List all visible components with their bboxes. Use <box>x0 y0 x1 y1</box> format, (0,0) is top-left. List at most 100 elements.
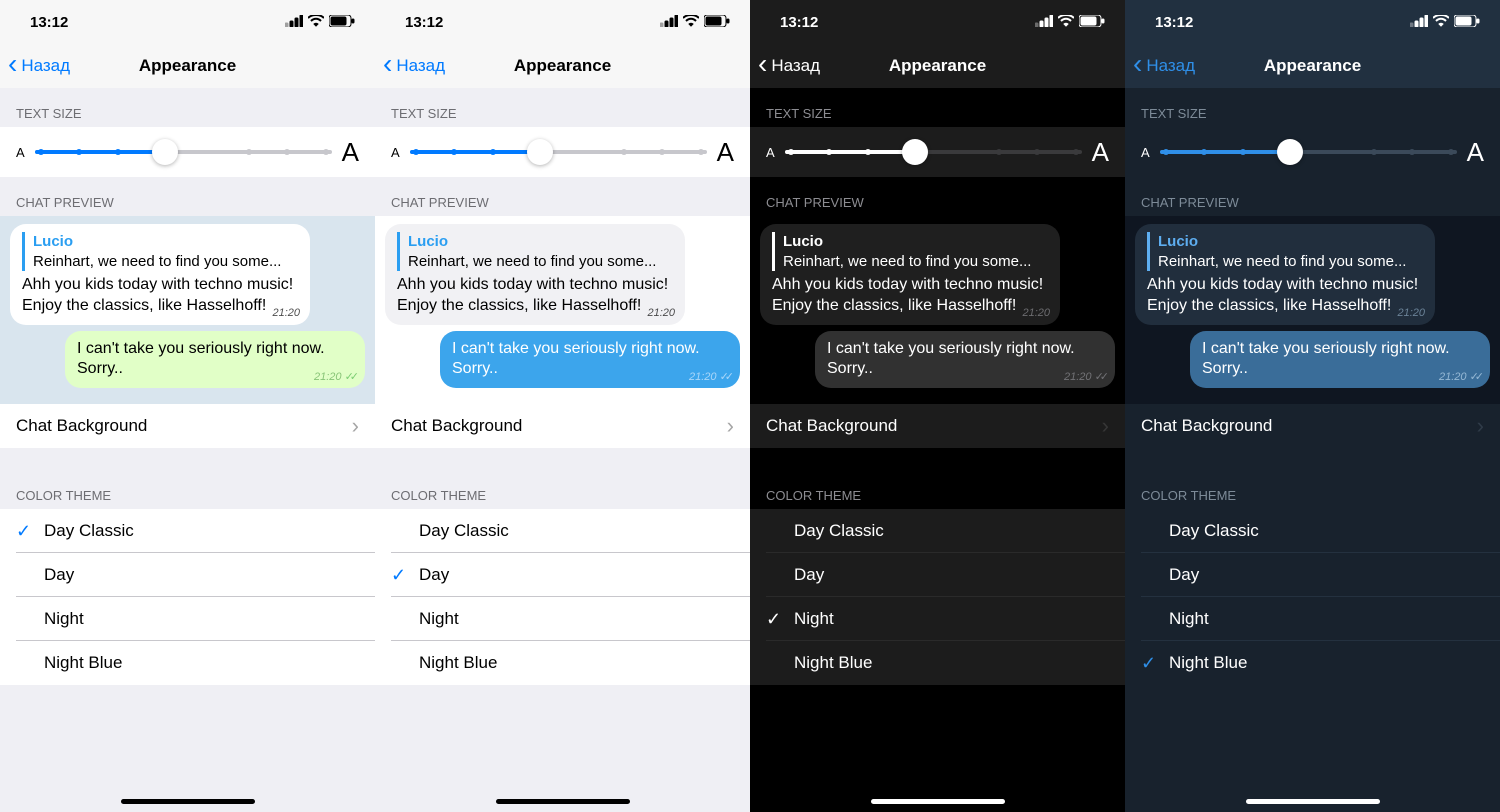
theme-row-night[interactable]: Night <box>0 597 375 641</box>
battery-icon <box>329 14 355 31</box>
wifi-icon <box>1433 14 1449 31</box>
wifi-icon <box>683 14 699 31</box>
incoming-time: 21:20 <box>272 306 300 320</box>
theme-label: Night Blue <box>419 653 497 673</box>
status-time: 13:12 <box>30 14 68 31</box>
quote-author: Lucio <box>33 232 298 252</box>
chat-background-label: Chat Background <box>1141 416 1272 436</box>
chat-preview: Lucio Reinhart, we need to find you some… <box>375 216 750 404</box>
outgoing-bubble: I can't take you seriously right now. So… <box>815 331 1115 389</box>
theme-label: Night Blue <box>44 653 122 673</box>
chevron-right-icon: › <box>1102 413 1109 439</box>
theme-row-night blue[interactable]: ✓ Night Blue <box>1125 641 1500 685</box>
wifi-icon <box>308 14 324 31</box>
home-indicator <box>121 799 255 804</box>
section-color-theme: COLOR THEME <box>375 484 750 509</box>
text-size-small-label: A <box>766 145 775 160</box>
section-chat-preview: CHAT PREVIEW <box>375 177 750 216</box>
status-time: 13:12 <box>405 14 443 31</box>
incoming-bubble: Lucio Reinhart, we need to find you some… <box>10 224 310 325</box>
page-title: Appearance <box>514 56 611 76</box>
incoming-text: Ahh you kids today with techno music! En… <box>397 275 673 317</box>
incoming-bubble: Lucio Reinhart, we need to find you some… <box>1135 224 1435 325</box>
theme-row-day[interactable]: Day <box>1125 553 1500 597</box>
quote-author: Lucio <box>783 232 1048 252</box>
theme-row-day classic[interactable]: ✓ Day Classic <box>0 509 375 553</box>
battery-icon <box>1079 14 1105 31</box>
theme-label: Night <box>794 609 834 629</box>
theme-row-day[interactable]: Day <box>750 553 1125 597</box>
back-button[interactable]: ‹ Назад <box>758 54 820 78</box>
chevron-left-icon: ‹ <box>383 50 392 78</box>
theme-row-night[interactable]: Night <box>1125 597 1500 641</box>
back-label: Назад <box>396 56 445 76</box>
phone-panel-2: 13:12 ‹ Назад Appearance TEXT SIZE A A C… <box>750 0 1125 812</box>
nav-bar: ‹ Назад Appearance <box>375 44 750 88</box>
chat-background-label: Chat Background <box>391 416 522 436</box>
back-button[interactable]: ‹ Назад <box>8 54 70 78</box>
outgoing-time: 21:20 <box>689 371 717 383</box>
chat-preview: Lucio Reinhart, we need to find you some… <box>750 216 1125 404</box>
incoming-bubble: Lucio Reinhart, we need to find you some… <box>385 224 685 325</box>
phone-panel-3: 13:12 ‹ Назад Appearance TEXT SIZE A A C… <box>1125 0 1500 812</box>
theme-row-night[interactable]: Night <box>375 597 750 641</box>
theme-row-day classic[interactable]: Day Classic <box>750 509 1125 553</box>
text-size-slider[interactable]: A A <box>750 127 1125 177</box>
theme-row-day[interactable]: ✓ Day <box>375 553 750 597</box>
quote-author: Lucio <box>408 232 673 252</box>
theme-row-day[interactable]: Day <box>0 553 375 597</box>
nav-bar: ‹ Назад Appearance <box>1125 44 1500 88</box>
theme-row-day classic[interactable]: Day Classic <box>375 509 750 553</box>
theme-label: Day Classic <box>794 521 884 541</box>
status-time: 13:12 <box>1155 14 1193 31</box>
incoming-bubble: Lucio Reinhart, we need to find you some… <box>760 224 1060 325</box>
text-size-slider[interactable]: A A <box>375 127 750 177</box>
chevron-right-icon: › <box>727 413 734 439</box>
chat-background-label: Chat Background <box>16 416 147 436</box>
theme-row-day classic[interactable]: Day Classic <box>1125 509 1500 553</box>
status-time: 13:12 <box>780 14 818 31</box>
chevron-left-icon: ‹ <box>1133 50 1142 78</box>
text-size-large-label: A <box>342 137 359 168</box>
signal-icon <box>1410 14 1428 31</box>
incoming-text: Ahh you kids today with techno music! En… <box>1147 275 1423 317</box>
theme-row-night blue[interactable]: Night Blue <box>375 641 750 685</box>
incoming-text: Ahh you kids today with techno music! En… <box>772 275 1048 317</box>
chat-background-row[interactable]: Chat Background › <box>0 404 375 448</box>
section-text-size: TEXT SIZE <box>0 88 375 127</box>
section-color-theme: COLOR THEME <box>750 484 1125 509</box>
text-size-slider[interactable]: A A <box>0 127 375 177</box>
status-bar: 13:12 <box>1125 0 1500 44</box>
quote-text: Reinhart, we need to find you some... <box>1158 252 1423 272</box>
text-size-large-label: A <box>1092 137 1109 168</box>
checkmark-icon: ✓ <box>1141 653 1156 674</box>
chat-background-row[interactable]: Chat Background › <box>375 404 750 448</box>
theme-label: Day <box>44 565 74 585</box>
theme-row-night blue[interactable]: Night Blue <box>0 641 375 685</box>
home-indicator <box>871 799 1005 804</box>
text-size-slider[interactable]: A A <box>1125 127 1500 177</box>
theme-label: Day <box>1169 565 1199 585</box>
section-color-theme: COLOR THEME <box>1125 484 1500 509</box>
chat-background-row[interactable]: Chat Background › <box>1125 404 1500 448</box>
wifi-icon <box>1058 14 1074 31</box>
text-size-large-label: A <box>717 137 734 168</box>
section-chat-preview: CHAT PREVIEW <box>1125 177 1500 216</box>
text-size-large-label: A <box>1467 137 1484 168</box>
theme-row-night[interactable]: ✓ Night <box>750 597 1125 641</box>
back-button[interactable]: ‹ Назад <box>383 54 445 78</box>
status-bar: 13:12 <box>375 0 750 44</box>
incoming-time: 21:20 <box>647 306 675 320</box>
section-chat-preview: CHAT PREVIEW <box>750 177 1125 216</box>
text-size-small-label: A <box>1141 145 1150 160</box>
chevron-left-icon: ‹ <box>758 50 767 78</box>
theme-row-night blue[interactable]: Night Blue <box>750 641 1125 685</box>
read-checks-icon: ✓✓ <box>345 371 355 383</box>
nav-bar: ‹ Назад Appearance <box>0 44 375 88</box>
text-size-small-label: A <box>16 145 25 160</box>
theme-label: Night Blue <box>794 653 872 673</box>
chat-background-row[interactable]: Chat Background › <box>750 404 1125 448</box>
outgoing-bubble: I can't take you seriously right now. So… <box>1190 331 1490 389</box>
quote-text: Reinhart, we need to find you some... <box>408 252 673 272</box>
back-button[interactable]: ‹ Назад <box>1133 54 1195 78</box>
